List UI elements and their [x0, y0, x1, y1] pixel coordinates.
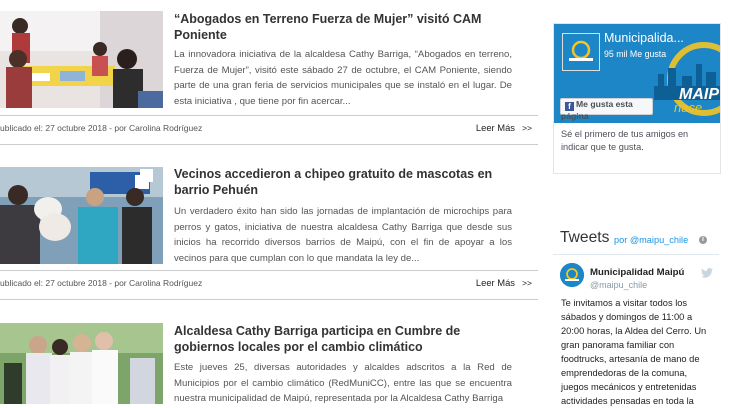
facebook-like-count: 95 mil Me gusta: [604, 49, 667, 59]
twitter-account-name[interactable]: Municipalidad Maipú: [590, 267, 684, 278]
twitter-bird-icon[interactable]: [701, 265, 713, 283]
twitter-avatar[interactable]: [560, 263, 584, 287]
cover-brand-subtext: nace: [674, 100, 703, 115]
news-item: Alcaldesa Cathy Barriga participa en Cum…: [0, 0, 538, 404]
news-thumbnail[interactable]: [0, 323, 163, 404]
tweet-text: Te invitamos a visitar todos los sábados…: [561, 298, 707, 406]
news-excerpt: Este jueves 25, diversas autoridades y a…: [174, 362, 512, 404]
tweets-heading: Tweets: [560, 229, 610, 246]
news-title[interactable]: Alcaldesa Cathy Barriga participa en Cum…: [174, 323, 519, 355]
twitter-account-handle[interactable]: @maipu_chile: [590, 280, 647, 290]
facebook-page-logo[interactable]: [562, 33, 600, 71]
tweets-by-link[interactable]: por @maipu_chile: [614, 235, 688, 245]
info-icon[interactable]: i: [699, 236, 707, 244]
facebook-like-button[interactable]: f Me gusta esta página: [560, 98, 653, 121]
facebook-friends-text: Sé el primero de tus amigos en indicar q…: [561, 129, 689, 152]
facebook-page-name[interactable]: Municipalida...: [604, 31, 684, 45]
tweet-card: Municipalidad Maipú @maipu_chile Te invi…: [553, 254, 719, 406]
facebook-page-widget: MAIPÚ nace Municipalida... 95 mil Me gus…: [553, 23, 721, 174]
facebook-icon: f: [565, 102, 574, 111]
